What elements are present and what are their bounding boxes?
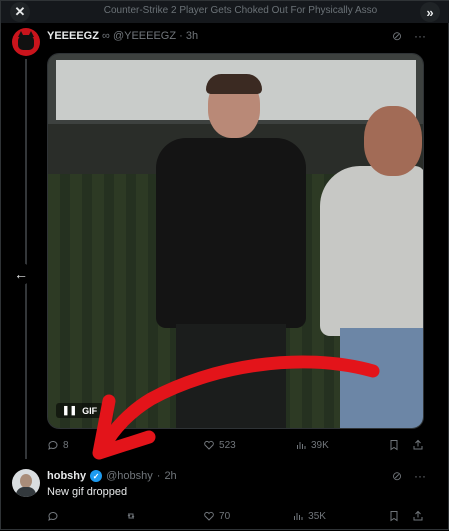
reply-count: 8: [63, 439, 69, 451]
chevron-double-right-icon[interactable]: »: [420, 2, 440, 22]
tweet-text: New gif dropped: [47, 486, 128, 498]
grok-icon[interactable]: ⊘: [392, 29, 402, 43]
share-icon[interactable]: [412, 510, 424, 522]
reply-button[interactable]: 8: [47, 439, 69, 451]
grok-icon[interactable]: ⊘: [392, 469, 402, 483]
reply-button[interactable]: [47, 510, 63, 522]
tweet-extra-actions: [388, 439, 424, 451]
like-button[interactable]: 70: [203, 510, 230, 522]
bookmark-icon[interactable]: [388, 510, 400, 522]
tweet-header-icons: ⊘ ···: [392, 29, 426, 43]
display-name[interactable]: hobshy: [47, 470, 86, 482]
window-topbar: Counter-Strike 2 Player Gets Choked Out …: [1, 1, 449, 23]
handle[interactable]: @YEEEEGZ: [113, 30, 176, 42]
gif-media[interactable]: ❚❚ GIF: [47, 53, 424, 429]
more-icon[interactable]: ···: [414, 29, 426, 43]
window-title: Counter-Strike 2 Player Gets Choked Out …: [103, 5, 378, 16]
gif-label: GIF: [82, 405, 98, 416]
tweet-extra-actions: [388, 510, 424, 522]
bookmark-icon[interactable]: [388, 439, 400, 451]
reply-icon: [48, 511, 58, 521]
reply-icon: [48, 440, 58, 450]
tweet-viewer: Counter-Strike 2 Player Gets Choked Out …: [0, 0, 449, 530]
retweet-icon: [130, 442, 138, 448]
pause-icon[interactable]: ❚❚: [62, 405, 77, 416]
person-figure: [136, 74, 326, 428]
separator: ·: [156, 470, 161, 482]
heart-icon: [204, 440, 214, 450]
tweet-header: YEEEEGZ ∞ @YEEEEGZ · 3h: [47, 30, 198, 42]
retweet-icon: [127, 513, 135, 519]
retweet-button[interactable]: [125, 510, 141, 522]
thread-line: [25, 59, 27, 459]
timestamp[interactable]: 2h: [164, 470, 176, 482]
heart-icon: [204, 511, 214, 521]
separator: ·: [179, 30, 183, 42]
close-icon[interactable]: ✕: [10, 2, 30, 22]
handle[interactable]: @hobshy: [106, 470, 153, 482]
back-arrow-icon[interactable]: ←: [10, 263, 32, 285]
name-badge: ∞: [102, 30, 110, 42]
person-figure: [320, 106, 423, 428]
retweet-button[interactable]: [128, 439, 144, 451]
tweet-header-icons: ⊘ ···: [392, 469, 426, 483]
view-count: 35K: [308, 510, 326, 522]
more-icon[interactable]: ···: [414, 469, 426, 483]
verified-badge-icon: ✓: [90, 470, 103, 482]
views-button[interactable]: 35K: [292, 510, 326, 522]
view-count: 39K: [310, 439, 329, 451]
share-icon[interactable]: [412, 439, 424, 451]
views-icon: [294, 513, 303, 520]
like-button[interactable]: 523: [203, 439, 236, 451]
gif-badge[interactable]: ❚❚ GIF: [56, 403, 104, 418]
views-icon: [296, 442, 306, 449]
avatar[interactable]: [12, 469, 40, 497]
tweet-actions: 70 35K: [47, 510, 424, 522]
like-count: 523: [219, 439, 236, 451]
like-count: 70: [219, 510, 231, 522]
display-name[interactable]: YEEEEGZ: [47, 30, 99, 42]
tweet-actions: 8 523 39K: [47, 439, 424, 451]
avatar[interactable]: [12, 28, 40, 56]
timestamp[interactable]: 3h: [186, 30, 198, 42]
tweet-header: hobshy ✓ @hobshy · 2h: [47, 470, 177, 482]
views-button[interactable]: 39K: [295, 439, 329, 451]
